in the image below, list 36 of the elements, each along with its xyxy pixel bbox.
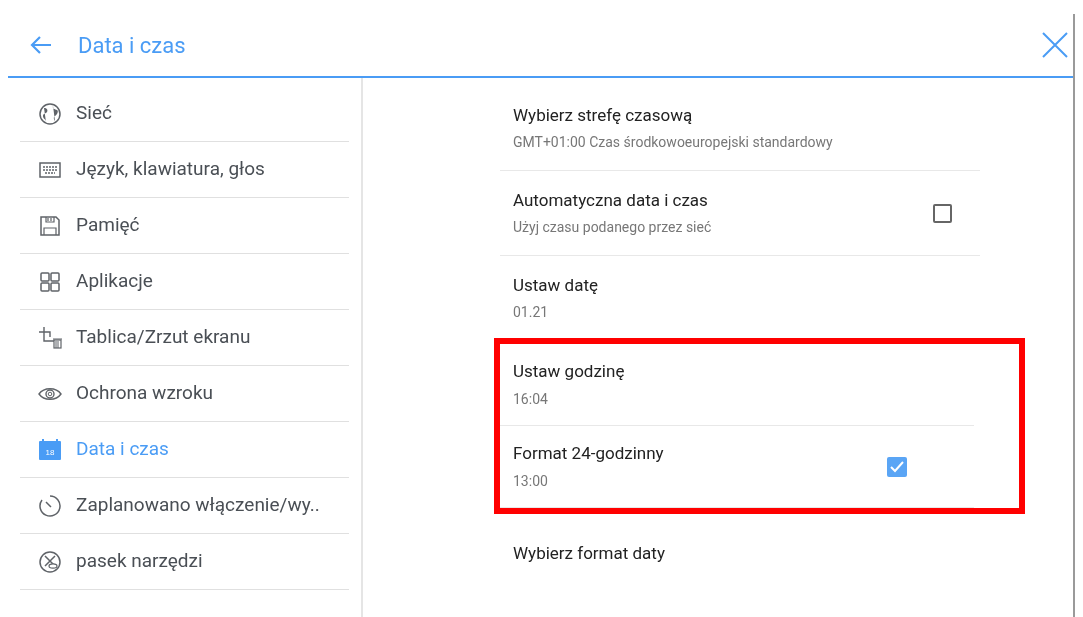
calendar-icon: 18	[38, 437, 62, 462]
page-title: Data i czas	[78, 31, 186, 60]
setting-row[interactable]: Automatyczna data i czas Użyj czasu podanego przez sieć	[500, 171, 980, 256]
sidebar-item[interactable]: Sieć	[20, 86, 349, 142]
setting-row[interactable]: Wybierz strefę czasową GMT+01:00 Czas środkowoeuropejski standardowy	[500, 86, 980, 171]
setting-title: Wybierz strefę czasową	[513, 103, 694, 127]
setting-value: 13:00	[513, 471, 549, 491]
setting-value: GMT+01:00 Czas środkowoeuropejski standardowy	[513, 133, 834, 153]
setting-row[interactable]: Format 24-godzinny 13:00	[500, 426, 974, 508]
crop-trash-icon	[38, 325, 62, 350]
setting-row[interactable]: Wybierz format daty	[500, 511, 980, 596]
sidebar-item[interactable]: Zaplanowano włączenie/wy..	[20, 478, 349, 534]
globe-icon	[38, 101, 62, 126]
sidebar-item[interactable]: Pamięć	[20, 198, 349, 254]
setting-title: Format 24-godzinny	[513, 442, 665, 466]
tools-icon	[38, 549, 62, 574]
setting-value: Użyj czasu podanego przez sieć	[513, 218, 713, 238]
close-icon[interactable]	[1041, 31, 1069, 59]
sidebar-item[interactable]: Ochrona wzroku	[20, 366, 349, 422]
checkbox[interactable]	[887, 456, 907, 477]
sidebar-item[interactable]: pasek narzędzi	[20, 534, 349, 590]
setting-title: Ustaw godzinę	[513, 360, 626, 384]
checkbox[interactable]	[933, 203, 952, 223]
timer-icon	[38, 493, 62, 518]
back-arrow-icon[interactable]	[30, 35, 52, 55]
setting-row[interactable]: Ustaw datę 01.21	[500, 256, 980, 341]
setting-row[interactable]: Ustaw godzinę 16:04	[500, 344, 974, 426]
sidebar-item[interactable]: Tablica/Zrzut ekranu	[20, 310, 349, 366]
setting-title: Automatyczna data i czas	[513, 188, 709, 212]
setting-value: 16:04	[513, 389, 549, 409]
grid-icon	[38, 269, 62, 294]
sidebar-item[interactable]: Aplikacje	[20, 254, 349, 310]
setting-title: Wybierz format daty	[513, 541, 666, 565]
setting-value: 01.21	[513, 303, 550, 323]
setting-title: Ustaw datę	[513, 273, 599, 297]
sidebar-item[interactable]: Język, klawiatura, głos	[20, 142, 349, 198]
